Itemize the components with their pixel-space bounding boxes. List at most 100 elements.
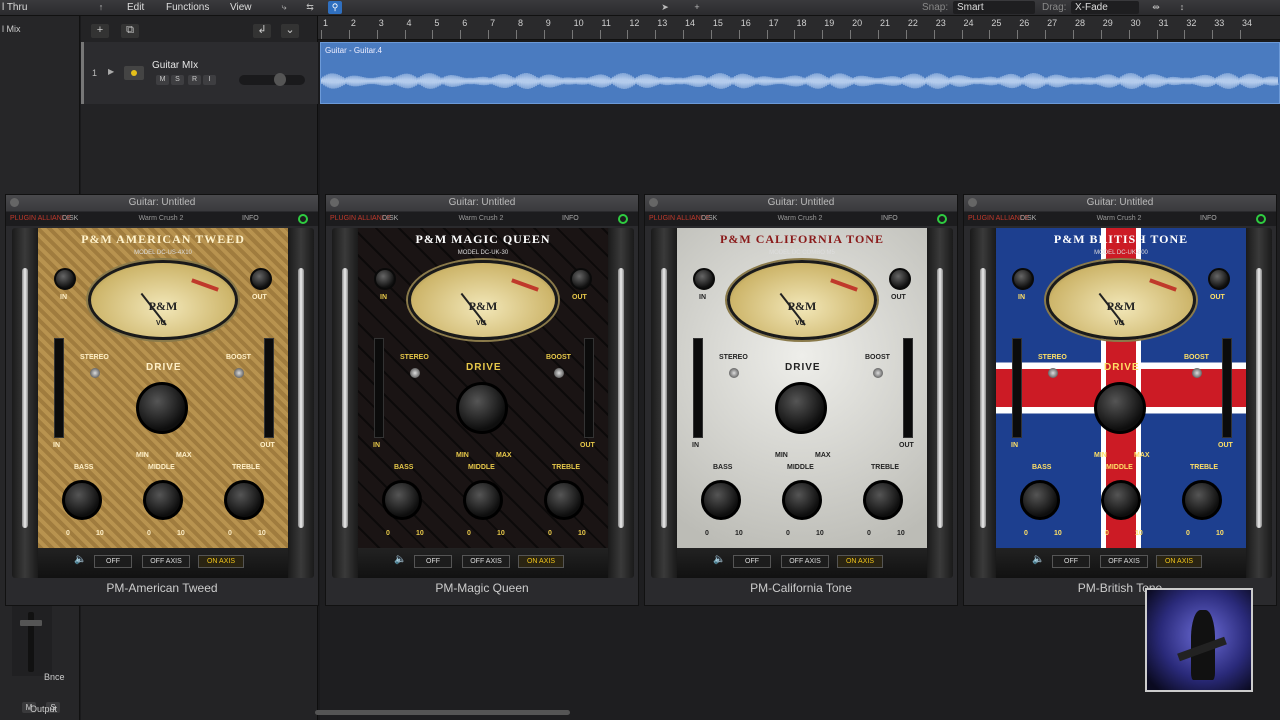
output-knob[interactable] — [889, 268, 911, 290]
plugin-window-title[interactable]: Guitar: Untitled — [6, 195, 318, 211]
drive-knob[interactable] — [1094, 382, 1146, 434]
input-knob[interactable] — [693, 268, 715, 290]
mic-off-button[interactable]: OFF — [414, 555, 452, 568]
marquee-tool-icon[interactable]: + — [690, 1, 704, 14]
close-window-icon[interactable] — [649, 198, 658, 207]
plugin-window-title[interactable]: Guitar: Untitled — [645, 195, 957, 211]
disclosure-icon[interactable]: ▶ — [108, 67, 114, 76]
bass-knob[interactable] — [1020, 480, 1060, 520]
menu-edit[interactable]: Edit — [127, 2, 144, 13]
stereo-toggle[interactable] — [90, 368, 100, 378]
input-knob[interactable] — [374, 268, 396, 290]
plugin-window-title[interactable]: Guitar: Untitled — [964, 195, 1276, 211]
power-icon[interactable] — [298, 214, 308, 224]
close-window-icon[interactable] — [968, 198, 977, 207]
menu-view[interactable]: View — [230, 2, 252, 13]
snap-select[interactable]: Smart — [953, 1, 1035, 14]
output-knob[interactable] — [570, 268, 592, 290]
mic-off-button[interactable]: OFF — [733, 555, 771, 568]
info-button[interactable]: INFO — [1200, 215, 1217, 222]
catch-icon[interactable]: ⤷ — [277, 1, 291, 14]
on-axis-button[interactable]: ON AXIS — [837, 555, 883, 568]
bass-knob[interactable] — [701, 480, 741, 520]
duplicate-track-icon[interactable]: ⧉ — [121, 24, 139, 38]
input-knob[interactable] — [1012, 268, 1034, 290]
volume-fader-cap[interactable] — [20, 620, 42, 626]
preset-selector[interactable]: Warm Crush 2 — [745, 215, 855, 222]
audio-region[interactable]: Guitar - Guitar.4 — [320, 42, 1280, 104]
treble-knob[interactable] — [1182, 480, 1222, 520]
off-axis-button[interactable]: OFF AXIS — [1100, 555, 1148, 568]
stereo-toggle[interactable] — [410, 368, 420, 378]
close-window-icon[interactable] — [330, 198, 339, 207]
mic-off-button[interactable]: OFF — [1052, 555, 1090, 568]
on-axis-button[interactable]: ON AXIS — [518, 555, 564, 568]
track-volume-knob[interactable] — [274, 73, 286, 86]
treble-knob[interactable] — [544, 480, 584, 520]
track-record-button[interactable]: R — [188, 75, 201, 85]
output-knob[interactable] — [1208, 268, 1230, 290]
track-solo-button[interactable]: S — [171, 75, 184, 85]
input-knob[interactable] — [54, 268, 76, 290]
middle-knob[interactable] — [463, 480, 503, 520]
track-row[interactable]: 1 ▶ Guitar MIx M S R I — [81, 42, 318, 104]
menu-functions[interactable]: Functions — [166, 2, 209, 13]
middle-knob[interactable] — [143, 480, 183, 520]
filter-icon[interactable]: ⚲ — [328, 1, 342, 14]
fit-width-icon[interactable]: ⇹ — [1149, 1, 1163, 14]
add-track-button[interactable]: + — [91, 24, 109, 38]
disk-button[interactable]: DISK — [1020, 215, 1036, 222]
middle-knob[interactable] — [782, 480, 822, 520]
plugin-window-title[interactable]: Guitar: Untitled — [326, 195, 638, 211]
preset-selector[interactable]: Warm Crush 2 — [106, 215, 216, 222]
drive-knob[interactable] — [775, 382, 827, 434]
zoom-icon[interactable]: ↕ — [1175, 1, 1189, 14]
horizontal-scrollbar[interactable] — [315, 710, 570, 715]
off-axis-button[interactable]: OFF AXIS — [142, 555, 190, 568]
stereo-toggle[interactable] — [1048, 368, 1058, 378]
track-name[interactable]: Guitar MIx — [152, 60, 198, 71]
off-axis-button[interactable]: OFF AXIS — [462, 555, 510, 568]
output-knob[interactable] — [250, 268, 272, 290]
preset-selector[interactable]: Warm Crush 2 — [426, 215, 536, 222]
drive-knob[interactable] — [136, 382, 188, 434]
link-icon[interactable]: ⇆ — [303, 1, 317, 14]
mic-off-button[interactable]: OFF — [94, 555, 132, 568]
track-mute-button[interactable]: M — [156, 75, 169, 85]
disk-button[interactable]: DISK — [701, 215, 717, 222]
power-icon[interactable] — [1256, 214, 1266, 224]
preset-selector[interactable]: Warm Crush 2 — [1064, 215, 1174, 222]
middle-knob[interactable] — [1101, 480, 1141, 520]
pointer-tool-icon[interactable]: ➤ — [658, 1, 672, 14]
bounce-button[interactable]: Bnce — [42, 672, 65, 682]
boost-toggle[interactable] — [234, 368, 244, 378]
catch-playhead-icon[interactable]: ↲ — [253, 24, 271, 38]
info-button[interactable]: INFO — [562, 215, 579, 222]
collapse-icon[interactable]: ⌄ — [281, 24, 299, 38]
boost-toggle[interactable] — [873, 368, 883, 378]
bass-knob[interactable] — [62, 480, 102, 520]
bass-knob[interactable] — [382, 480, 422, 520]
info-button[interactable]: INFO — [881, 215, 898, 222]
treble-knob[interactable] — [863, 480, 903, 520]
disk-button[interactable]: DISK — [382, 215, 398, 222]
boost-toggle[interactable] — [554, 368, 564, 378]
record-enable-icon[interactable] — [131, 70, 137, 76]
stereo-toggle[interactable] — [729, 368, 739, 378]
timeline-ruler[interactable]: 1 2 3 4 5 6 7 8 9 10 11 12 13 14 15 16 17 18 19 20 21 22 23 24 2… — [318, 16, 1280, 40]
drive-knob[interactable] — [456, 382, 508, 434]
treble-knob[interactable] — [224, 480, 264, 520]
track-input-monitor-button[interactable]: I — [203, 75, 216, 85]
power-icon[interactable] — [618, 214, 628, 224]
drag-select[interactable]: X-Fade — [1071, 1, 1139, 14]
info-button[interactable]: INFO — [242, 215, 259, 222]
power-icon[interactable] — [937, 214, 947, 224]
close-window-icon[interactable] — [10, 198, 19, 207]
boost-toggle[interactable] — [1192, 368, 1202, 378]
on-axis-button[interactable]: ON AXIS — [1156, 555, 1202, 568]
up-arrow-icon[interactable]: ↑ — [94, 1, 108, 14]
on-axis-button[interactable]: ON AXIS — [198, 555, 244, 568]
disk-button[interactable]: DISK — [62, 215, 78, 222]
track-volume-slider[interactable] — [239, 75, 305, 85]
off-axis-button[interactable]: OFF AXIS — [781, 555, 829, 568]
